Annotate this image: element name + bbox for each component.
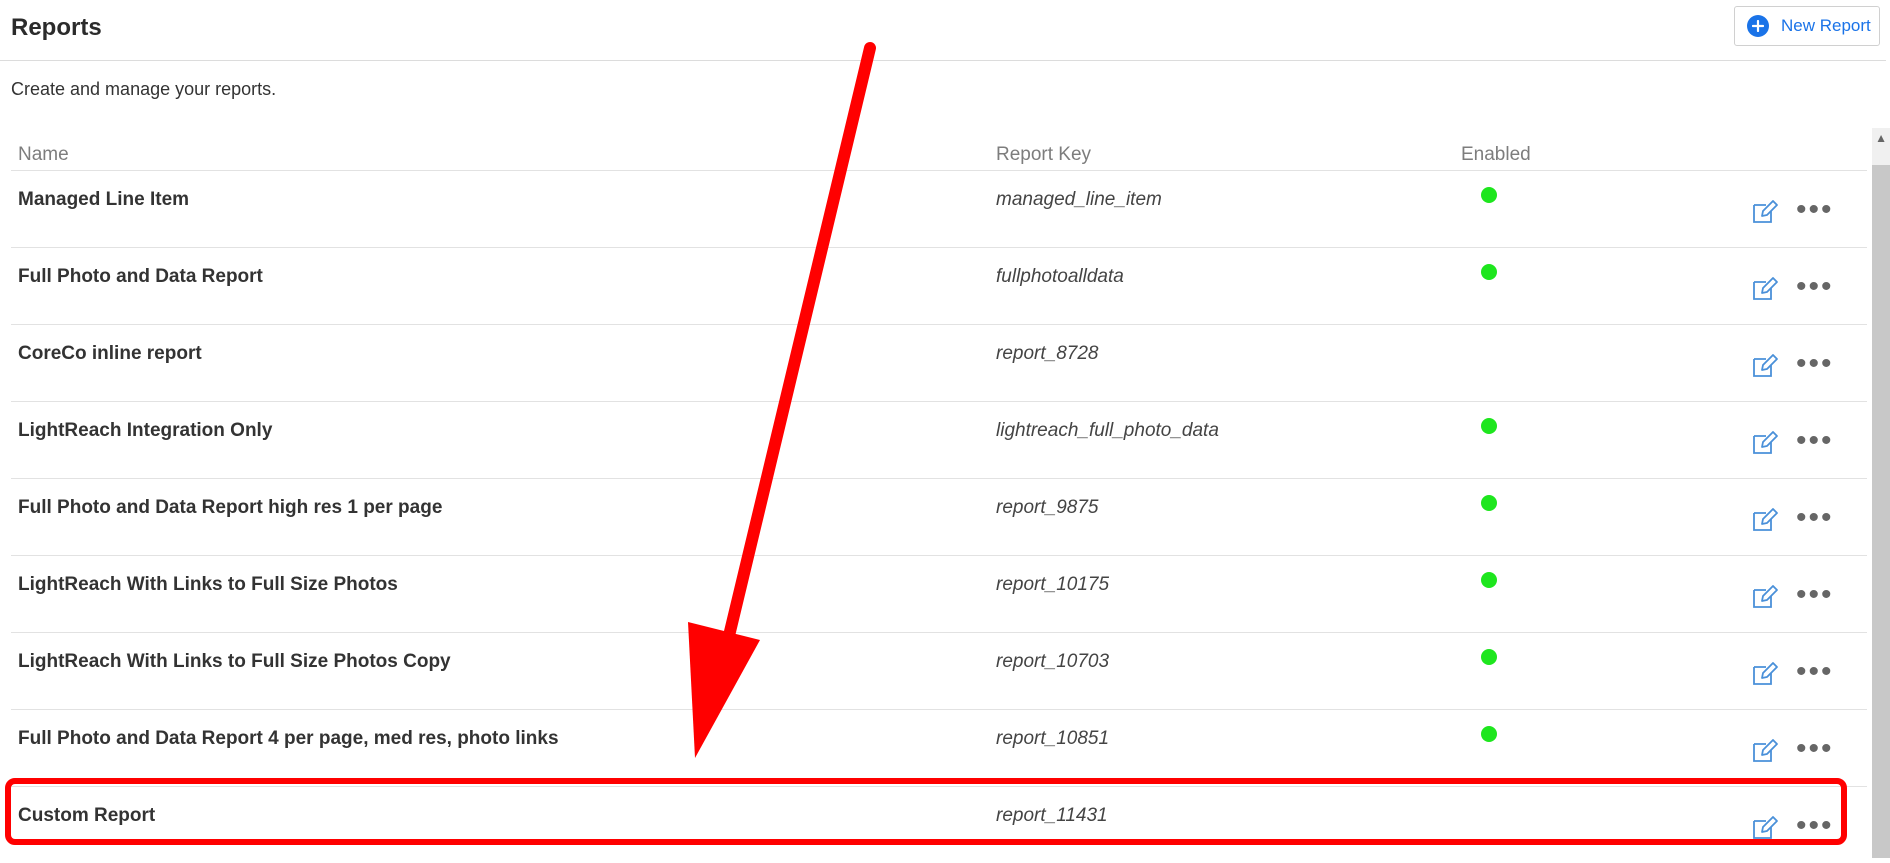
report-name[interactable]: LightReach With Links to Full Size Photo… <box>18 574 398 596</box>
table-row: LightReach With Links to Full Size Photo… <box>11 633 1867 710</box>
edit-icon[interactable] <box>1751 505 1779 533</box>
edit-icon[interactable] <box>1751 582 1779 610</box>
table-row: LightReach With Links to Full Size Photo… <box>11 556 1867 633</box>
more-options-icon[interactable]: ••• <box>1796 426 1834 456</box>
report-name[interactable]: Full Photo and Data Report high res 1 pe… <box>18 497 442 519</box>
new-report-label: New Report <box>1781 16 1871 35</box>
report-name[interactable]: Custom Report <box>18 805 155 827</box>
report-key: report_11431 <box>996 805 1108 826</box>
report-name[interactable]: Managed Line Item <box>18 189 189 211</box>
table-body: Managed Line Item managed_line_item ••• Fu… <box>11 171 1867 863</box>
report-key: lightreach_full_photo_data <box>996 420 1219 441</box>
page-header: Reports New Report <box>0 0 1886 61</box>
scroll-up-arrow-icon[interactable]: ▲ <box>1875 131 1887 145</box>
table-row: Custom Report report_11431 ••• <box>11 787 1867 863</box>
report-name[interactable]: Full Photo and Data Report <box>18 266 263 288</box>
table-row: Full Photo and Data Report fullphotoallda… <box>11 248 1867 325</box>
reports-table: Name Report Key Enabled Managed Line Ite… <box>11 140 1867 863</box>
column-header-enabled[interactable]: Enabled <box>1461 144 1531 166</box>
enabled-indicator-icon <box>1481 495 1497 511</box>
column-header-name[interactable]: Name <box>18 144 69 166</box>
report-key: report_10703 <box>996 651 1110 672</box>
report-name[interactable]: Full Photo and Data Report 4 per page, m… <box>18 728 559 750</box>
report-key: report_10175 <box>996 574 1110 595</box>
enabled-indicator-icon <box>1481 187 1497 203</box>
edit-icon[interactable] <box>1751 274 1779 302</box>
page-title: Reports <box>11 14 102 41</box>
enabled-indicator-icon <box>1481 726 1497 742</box>
report-key: managed_line_item <box>996 189 1162 210</box>
table-row: Managed Line Item managed_line_item ••• <box>11 171 1867 248</box>
edit-icon[interactable] <box>1751 428 1779 456</box>
enabled-indicator-icon <box>1481 418 1497 434</box>
report-key: fullphotoalldata <box>996 266 1124 287</box>
more-options-icon[interactable]: ••• <box>1796 195 1834 225</box>
enabled-indicator-icon <box>1481 649 1497 665</box>
edit-icon[interactable] <box>1751 736 1779 764</box>
report-name[interactable]: CoreCo inline report <box>18 343 202 365</box>
plus-circle-icon <box>1747 15 1769 37</box>
new-report-button[interactable]: New Report <box>1734 6 1880 46</box>
more-options-icon[interactable]: ••• <box>1796 272 1834 302</box>
page-subtitle: Create and manage your reports. <box>11 79 277 99</box>
table-row: Full Photo and Data Report 4 per page, m… <box>11 710 1867 787</box>
more-options-icon[interactable]: ••• <box>1796 811 1834 841</box>
column-header-report-key[interactable]: Report Key <box>996 144 1091 166</box>
report-key: report_9875 <box>996 497 1099 518</box>
edit-icon[interactable] <box>1751 659 1779 687</box>
report-name[interactable]: LightReach With Links to Full Size Photo… <box>18 651 451 673</box>
edit-icon[interactable] <box>1751 813 1779 841</box>
report-key: report_10851 <box>996 728 1110 749</box>
more-options-icon[interactable]: ••• <box>1796 734 1834 764</box>
enabled-indicator-icon <box>1481 264 1497 280</box>
table-header: Name Report Key Enabled <box>11 140 1867 171</box>
table-row: LightReach Integration Only lightreach_fu… <box>11 402 1867 479</box>
more-options-icon[interactable]: ••• <box>1796 349 1834 379</box>
table-row: CoreCo inline report report_8728 ••• <box>11 325 1867 402</box>
report-key: report_8728 <box>996 343 1099 364</box>
scrollbar-thumb[interactable] <box>1872 165 1890 858</box>
report-name[interactable]: LightReach Integration Only <box>18 420 272 442</box>
enabled-indicator-icon <box>1481 572 1497 588</box>
more-options-icon[interactable]: ••• <box>1796 657 1834 687</box>
more-options-icon[interactable]: ••• <box>1796 580 1834 610</box>
more-options-icon[interactable]: ••• <box>1796 503 1834 533</box>
edit-icon[interactable] <box>1751 197 1779 225</box>
table-row: Full Photo and Data Report high res 1 pe… <box>11 479 1867 556</box>
edit-icon[interactable] <box>1751 351 1779 379</box>
